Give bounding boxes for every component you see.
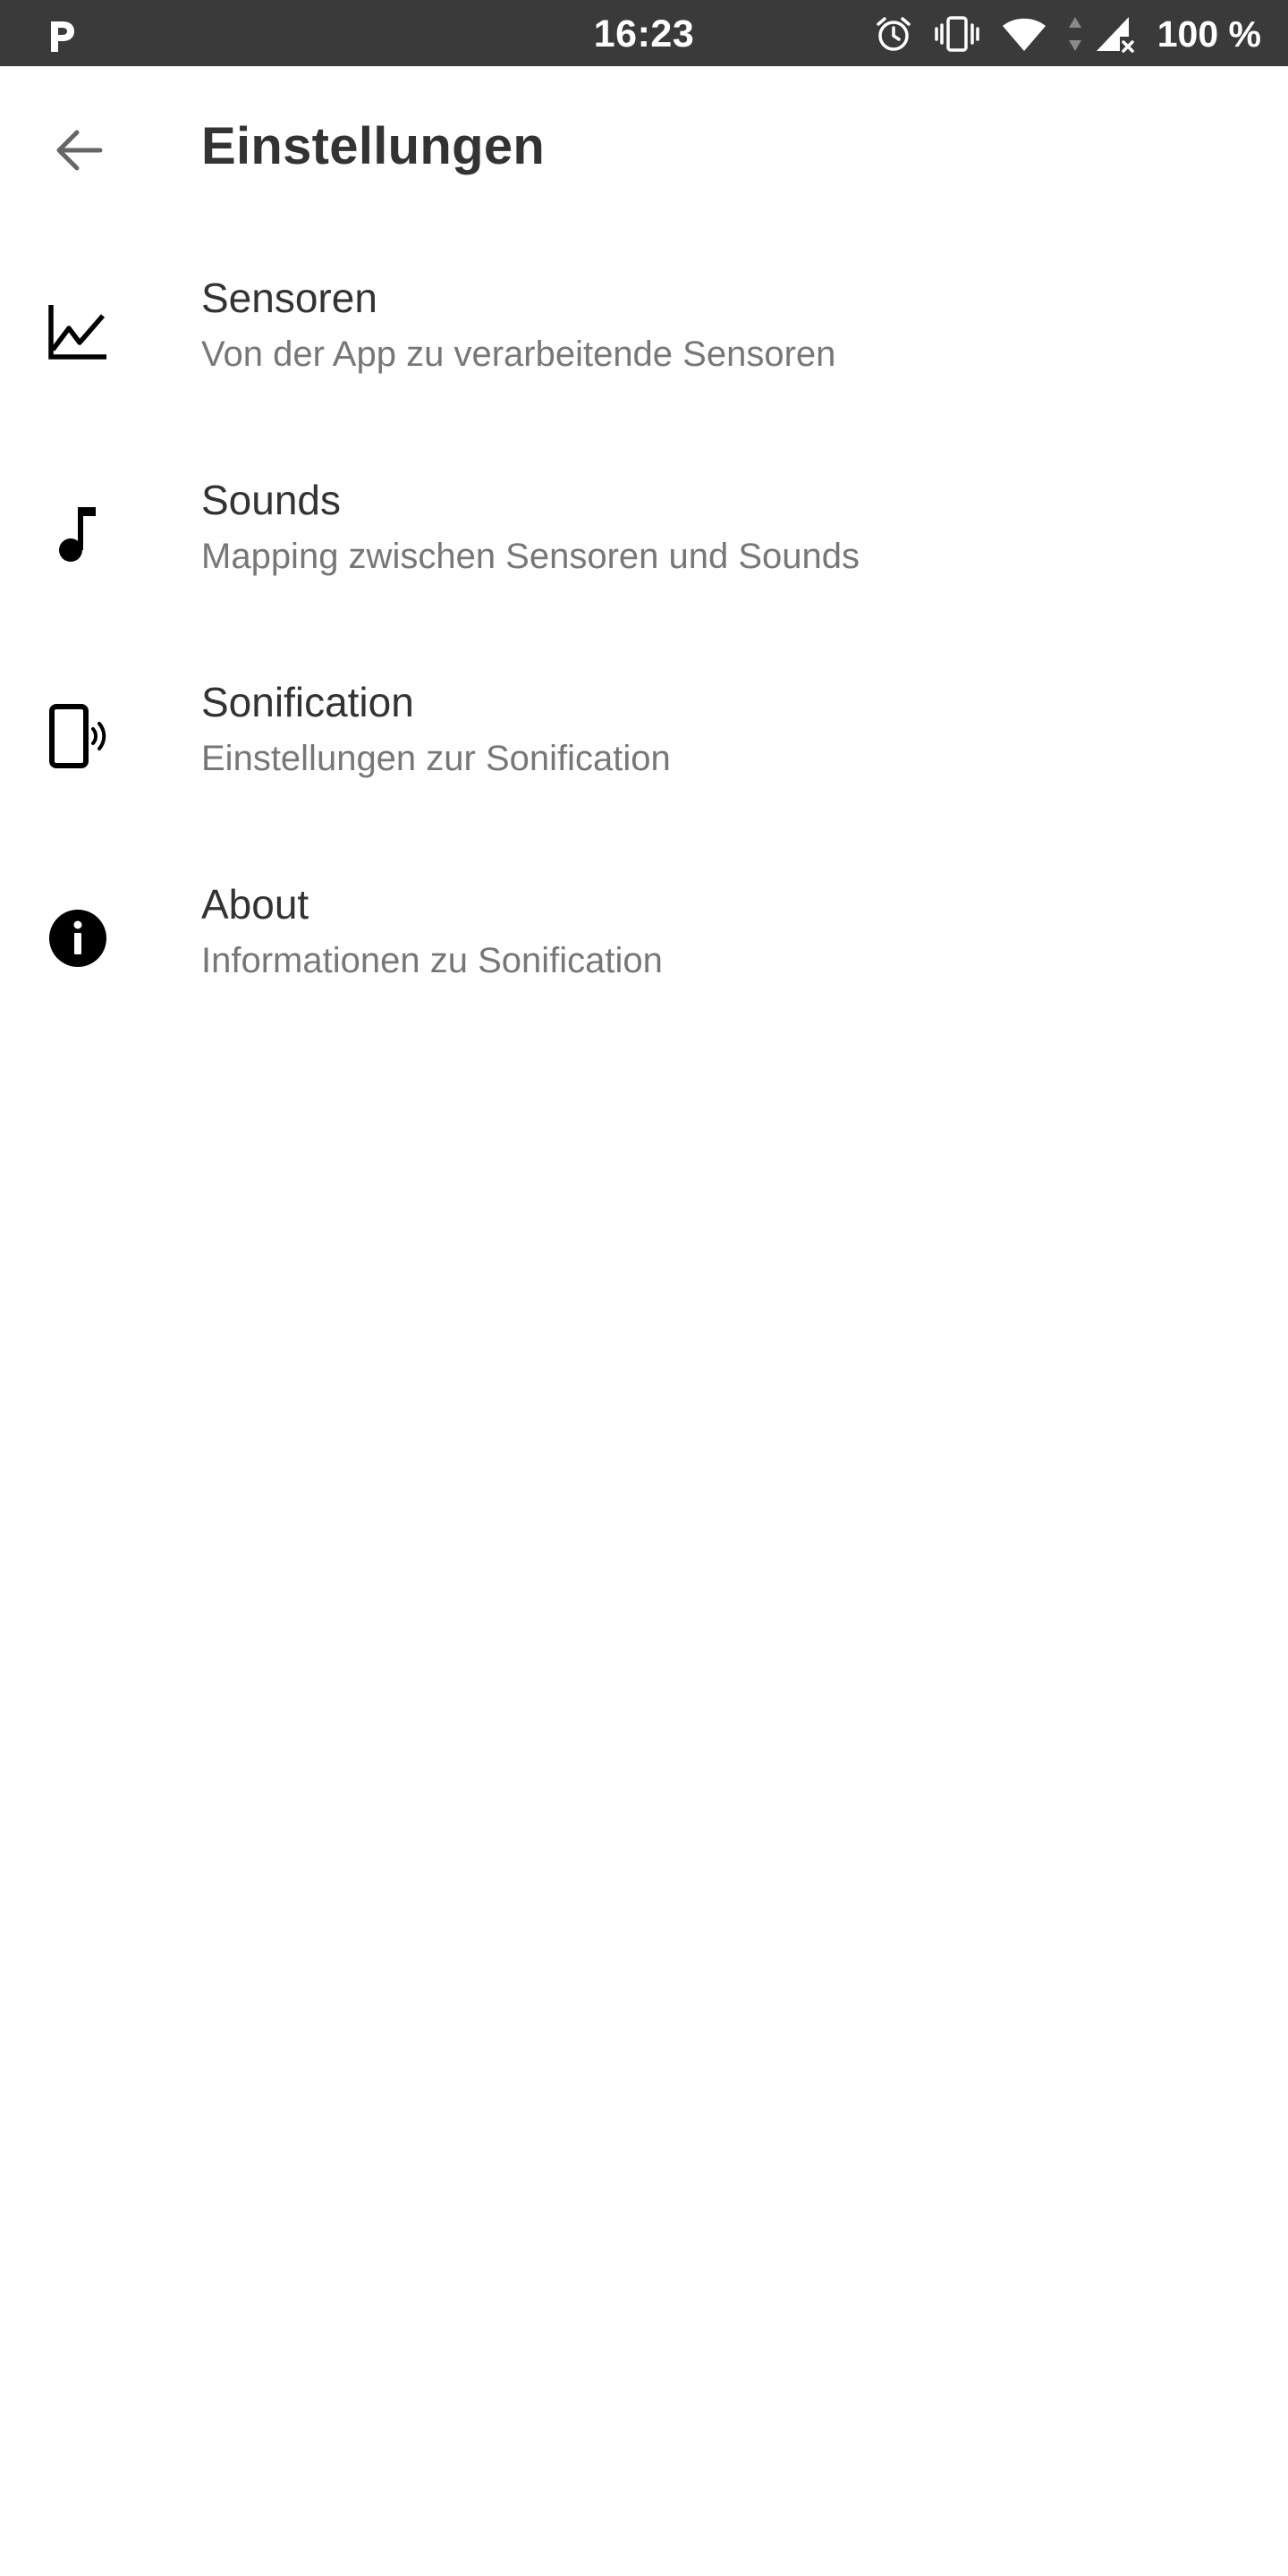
pref-title: About	[201, 881, 309, 928]
wifi-icon	[1002, 18, 1046, 51]
music-note-icon	[59, 507, 96, 562]
preference-list: Sensoren Von der App zu verarbeitende Se…	[0, 250, 1288, 1059]
app-bar: Einstellungen	[0, 66, 1288, 227]
page-title: Einstellungen	[201, 117, 546, 175]
pref-summary: Mapping zwischen Sensoren und Sounds	[201, 537, 860, 576]
pref-item-sonification[interactable]: Sonification Einstellungen zur Sonificat…	[0, 655, 1288, 857]
vibrate-icon	[934, 16, 979, 52]
pref-item-about[interactable]: About Informationen zu Sonification	[0, 857, 1288, 1059]
pref-item-sounds[interactable]: Sounds Mapping zwischen Sensoren und Sou…	[0, 453, 1288, 655]
arrow-left-icon	[56, 130, 103, 171]
pref-title: Sonification	[201, 679, 414, 725]
back-button[interactable]	[36, 107, 122, 193]
pref-summary: Einstellungen zur Sonification	[201, 739, 671, 778]
info-icon	[49, 910, 106, 967]
status-bar: 16:23 100 %	[0, 0, 1288, 66]
pref-summary: Von der App zu verarbeitende Sensoren	[201, 335, 836, 374]
battery-percent: 100 %	[1157, 13, 1261, 55]
data-arrows-icon	[1068, 17, 1081, 51]
pref-item-sensoren[interactable]: Sensoren Von der App zu verarbeitende Se…	[0, 250, 1288, 453]
signal-icon	[1096, 17, 1134, 53]
alarm-icon	[876, 17, 911, 51]
line-chart-icon	[48, 305, 106, 360]
pref-title: Sounds	[201, 477, 342, 523]
status-icons: 100 %	[875, 13, 1261, 55]
pref-title: Sensoren	[201, 275, 377, 321]
pref-summary: Informationen zu Sonification	[201, 941, 663, 980]
phone-ring-icon	[49, 704, 106, 768]
